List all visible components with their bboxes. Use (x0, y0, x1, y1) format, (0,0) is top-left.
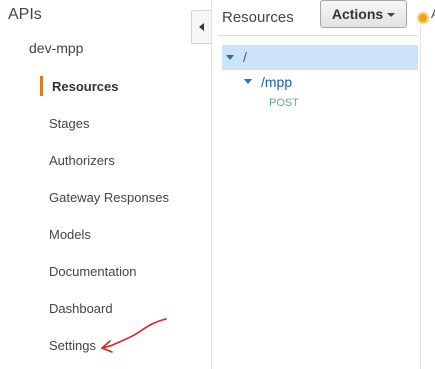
resources-panel: Resources Actions / /mpp POST (218, 0, 418, 369)
caret-down-icon[interactable] (226, 55, 234, 60)
api-gateway-console: APIs dev-mpp Resources Stages Authorizer… (0, 0, 435, 369)
sidebar-item-settings[interactable]: Settings (49, 338, 96, 353)
sidebar-item-authorizers[interactable]: Authorizers (49, 153, 115, 168)
right-edge-text: A (431, 6, 435, 21)
sidebar-item-gateway-responses[interactable]: Gateway Responses (49, 190, 169, 205)
resources-title: Resources (222, 9, 294, 26)
method-post-link[interactable]: POST (269, 97, 299, 109)
collapse-sidebar-button[interactable] (191, 10, 211, 44)
resource-mpp-link[interactable]: /mpp (261, 74, 292, 90)
active-indicator (40, 76, 43, 96)
right-divider (420, 26, 421, 369)
api-name[interactable]: dev-mpp (29, 40, 83, 56)
left-navigation: APIs dev-mpp Resources Stages Authorizer… (0, 0, 212, 369)
apis-title[interactable]: APIs (8, 6, 42, 24)
sidebar-item-stages[interactable]: Stages (49, 116, 89, 131)
sidebar-item-dashboard[interactable]: Dashboard (49, 301, 113, 316)
sidebar-item-documentation[interactable]: Documentation (49, 264, 136, 279)
actions-label: Actions (331, 6, 384, 22)
resource-root-link[interactable]: / (243, 49, 247, 65)
caret-down-icon[interactable] (244, 79, 252, 84)
sidebar-item-models[interactable]: Models (49, 227, 91, 242)
resource-row-root[interactable]: / (222, 45, 418, 70)
actions-button[interactable]: Actions (320, 0, 407, 28)
sidebar-item-resources[interactable]: Resources (52, 79, 118, 94)
chevron-left-icon (198, 23, 204, 31)
panel-divider (218, 35, 418, 36)
caret-down-icon (387, 13, 396, 17)
red-arrow-icon (101, 318, 167, 353)
status-dot-icon (417, 12, 429, 24)
